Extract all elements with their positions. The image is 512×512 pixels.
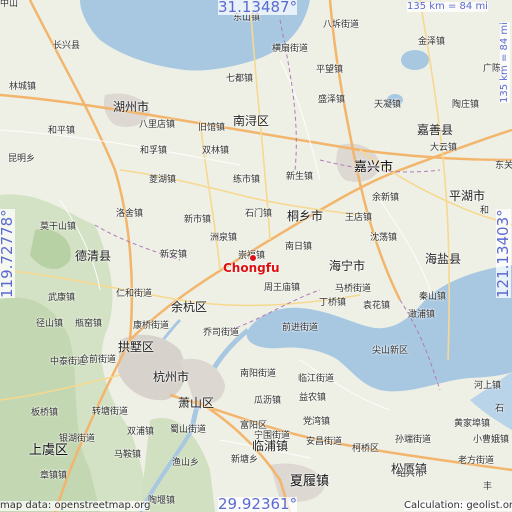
map-place-label: 林城镇 xyxy=(9,82,37,92)
map-place-label: 平湖市 xyxy=(449,189,486,203)
map-place-label: 临浦镇 xyxy=(252,439,289,453)
map-place-label: 袁花镇 xyxy=(363,301,391,311)
map-place-label: 渔山乡 xyxy=(172,458,200,468)
map-place-label: 洛舍镇 xyxy=(116,209,144,219)
map-place-label: 乔司街道 xyxy=(203,328,240,338)
map-place-label: 大云镇 xyxy=(430,143,458,153)
map-place-label: 平望镇 xyxy=(316,65,344,75)
map-place-label: 仓前街道 xyxy=(80,355,117,365)
map-place-label: 章镇镇 xyxy=(40,471,68,481)
map-place-label: 杭州市 xyxy=(153,370,190,384)
map-place-label: 双浦镇 xyxy=(127,427,155,437)
map-place-label: 澉浦镇 xyxy=(408,310,436,320)
map-place-label: 前进街道 xyxy=(282,323,319,333)
map-place-label: 湖州市 xyxy=(113,100,150,114)
map-place-label: 转塘街道 xyxy=(92,407,129,417)
map-place-label: 上虞区 xyxy=(29,443,69,458)
map-place-label: 瓶窑镇 xyxy=(75,319,103,329)
map-place-label: 练市镇 xyxy=(233,175,261,185)
map-place-label: 小曹娥镇 xyxy=(473,435,510,445)
map-place-label: 夏履镇 xyxy=(290,474,330,489)
map-place-label: 新塘乡 xyxy=(231,455,259,465)
map-place-label: 昆明乡 xyxy=(8,154,36,164)
map-place-label: 仁和街道 xyxy=(116,289,153,299)
map-place-label: 新市镇 xyxy=(184,215,212,225)
map-place-label: 南日镇 xyxy=(285,242,313,252)
map-place-label: 旧馆镇 xyxy=(198,123,226,133)
map-place-label: 八里店镇 xyxy=(139,120,176,130)
map-place-label: 石 xyxy=(495,404,505,414)
map-place-label: 金泽镇 xyxy=(418,37,446,47)
map-place-label: 洲泉镇 xyxy=(210,233,238,243)
map-place-label: 嘉善县 xyxy=(417,123,454,137)
map-place-label: 丰 xyxy=(483,482,493,492)
scale-vertical: 135 km = 84 mi xyxy=(499,22,510,103)
latitude-bottom: 29.92361° xyxy=(218,495,298,512)
map-place-label: 菱湖镇 xyxy=(149,175,177,185)
map-place-label: 武康镇 xyxy=(48,293,76,303)
map-place-label: 和平镇 xyxy=(48,126,76,136)
map-place-label: 七都镇 xyxy=(226,74,254,84)
map-place-label: 河上镇 xyxy=(474,381,502,391)
map-place-label: 莫干山镇 xyxy=(40,222,77,232)
map-place-label: 临江街道 xyxy=(298,374,335,384)
attribution-calculation: Calculation: geolist.org xyxy=(404,501,512,511)
map-place-label: 长兴县 xyxy=(53,41,81,51)
map-place-label: 孙端街道 xyxy=(395,435,432,445)
map-place-label: 党湾镇 xyxy=(303,417,331,427)
map-place-label: 东关街道 xyxy=(495,161,512,171)
map-place-label: 陶庄镇 xyxy=(452,100,480,110)
map-place-label: 老方街道 xyxy=(458,456,495,466)
map-place-label: 石门镇 xyxy=(245,209,273,219)
attribution-map-data: map data: openstreetmap.org xyxy=(0,500,151,511)
latitude-top: 31.13487° xyxy=(218,0,298,16)
map-place-label: 余杭区 xyxy=(171,300,208,314)
map-place-label: 马桥街道 xyxy=(335,284,372,294)
map-place-label: 双林镇 xyxy=(202,146,230,156)
map-place-label: 萧山区 xyxy=(178,396,215,410)
map-place-label: 德清县 xyxy=(75,249,112,263)
map-place-label: 径山镇 xyxy=(36,319,64,329)
map-place-label: 嘉兴市 xyxy=(354,160,394,175)
map-place-label: 富阳区 xyxy=(240,421,268,431)
map-place-label: 中山 xyxy=(0,0,19,9)
map-place-label: 盛泽镇 xyxy=(318,95,346,105)
longitude-left: 119.72778° xyxy=(0,209,16,298)
map-place-label: 马鞍镇 xyxy=(114,450,142,460)
map-place-label: 绍兴市 xyxy=(397,469,425,479)
map-place-label: 横扇街道 xyxy=(272,44,309,54)
map-place-label: 南阳街道 xyxy=(240,369,277,379)
map-view[interactable]: 东山镇 八坼街道 长兴县 横扇街道 金泽镇 林城镇 七都镇 平望镇 湖州市 盛泽镇 天凝镇 陶庄镇 八里… xyxy=(0,0,512,512)
map-place-label: 蜀山街道 xyxy=(170,425,207,435)
map-place-label: 和 xyxy=(480,206,490,216)
map-place-label: 八坼街道 xyxy=(323,20,360,30)
map-place-label: 拱墅区 xyxy=(118,340,155,354)
map-place-label: 丁桥镇 xyxy=(319,298,347,308)
map-place-label: 益农镇 xyxy=(299,393,327,403)
longitude-right: 121.13403° xyxy=(494,209,512,298)
map-place-label: 桐乡市 xyxy=(287,209,324,223)
map-place-label: 新安镇 xyxy=(160,250,188,260)
map-place-label: 板桥镇 xyxy=(31,408,59,418)
map-place-label: 康桥街道 xyxy=(133,321,170,331)
map-place-label: 柯桥区 xyxy=(352,444,380,454)
map-place-label: 余新镇 xyxy=(372,193,400,203)
map-place-label: 海盐县 xyxy=(425,252,462,266)
map-place-label: 秦山镇 xyxy=(419,292,447,302)
map-place-label: 陶堰镇 xyxy=(148,496,176,506)
map-place-label: 王店镇 xyxy=(345,213,373,223)
map-place-label: 周王庙镇 xyxy=(264,283,301,293)
map-place-label: 和孚镇 xyxy=(140,146,168,156)
map-place-label: 黄家埠镇 xyxy=(454,419,491,429)
map-place-label: 安昌街道 xyxy=(306,437,343,447)
map-place-label: 沈荡镇 xyxy=(370,233,398,243)
map-place-label: 新生镇 xyxy=(286,172,314,182)
map-place-label: 天凝镇 xyxy=(374,100,402,110)
map-place-label: 南浔区 xyxy=(233,114,270,128)
map-place-label: 瓜沥镇 xyxy=(254,396,282,406)
map-place-label: 尖山新区 xyxy=(372,346,409,356)
place-name-label: Chongfu xyxy=(223,261,280,275)
map-place-label: 海宁市 xyxy=(329,259,366,273)
scale-horizontal: 135 km = 84 mi xyxy=(407,1,488,12)
